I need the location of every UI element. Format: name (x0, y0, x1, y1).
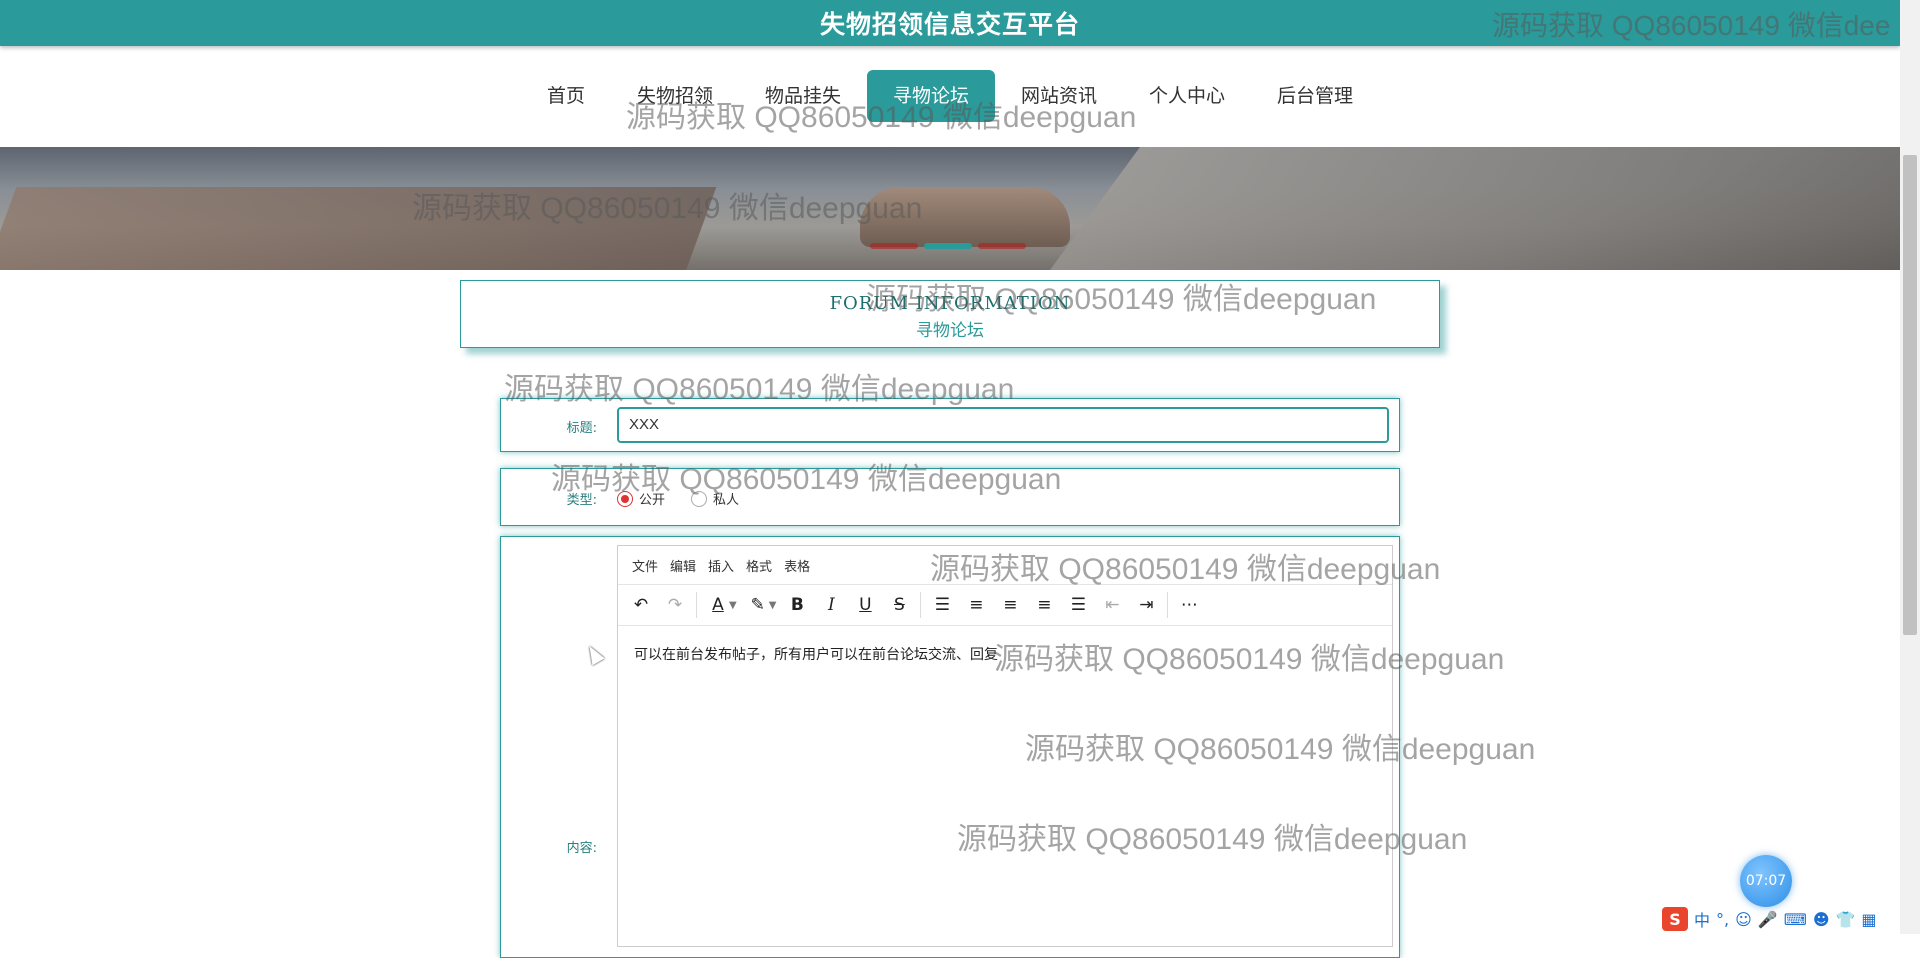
align-justify-icon[interactable]: ☰ (1061, 590, 1095, 620)
nav-item-report-lost[interactable]: 物品挂失 (739, 70, 867, 122)
site-title: 失物招领信息交互平台 (819, 10, 1080, 39)
hero-banner-image (0, 147, 1900, 270)
content-row: 内容: 文件 编辑 插入 格式 表格 ↶ ↷ A ▼ ✎ ▼ B I U S ☰… (500, 536, 1400, 958)
radio-private[interactable] (691, 490, 708, 507)
sogou-logo-icon[interactable]: S (1662, 907, 1688, 931)
nav-admin[interactable]: 后台管理 (1251, 70, 1379, 122)
editor-toolbar: ↶ ↷ A ▼ ✎ ▼ B I U S ☰ ≡ ≡ ≡ ☰ ⇤ ⇥ ⋯ (618, 585, 1392, 626)
grid-menu-icon[interactable]: ▦ (1861, 910, 1876, 929)
user-icon[interactable]: ☻ (1813, 910, 1830, 929)
radio-public[interactable] (617, 490, 633, 507)
redo-icon[interactable]: ↷ (658, 590, 692, 620)
punctuation-icon[interactable]: °, (1716, 910, 1729, 929)
type-label: 类型: (566, 493, 597, 508)
microphone-icon[interactable]: 🎤 (1758, 910, 1778, 929)
carousel-dot[interactable] (870, 243, 918, 249)
menu-insert[interactable]: 插入 (702, 556, 740, 575)
type-radio-group: 公开 私人 (617, 489, 765, 508)
type-row: 类型: 公开 私人 (500, 468, 1400, 526)
align-center-icon[interactable]: ≡ (993, 590, 1027, 620)
nav-home[interactable]: 首页 (521, 70, 611, 122)
emoji-icon[interactable]: ☺ (1735, 910, 1752, 929)
title-label: 标题: (566, 421, 597, 436)
content-label: 内容: (566, 841, 597, 856)
title-input[interactable]: XXX (617, 407, 1389, 443)
clock-widget[interactable]: 07:07 (1740, 855, 1792, 907)
radio-private-label[interactable]: 私人 (713, 489, 739, 508)
skin-icon[interactable]: 👕 (1836, 910, 1856, 929)
menu-file[interactable]: 文件 (626, 556, 664, 575)
more-icon[interactable]: ⋯ (1172, 590, 1206, 620)
scrollbar-thumb[interactable] (1903, 155, 1917, 635)
nav-news[interactable]: 网站资讯 (995, 70, 1123, 122)
carousel-indicators[interactable] (870, 243, 1026, 249)
carousel-dot[interactable] (978, 243, 1026, 249)
nav-forum[interactable]: 寻物论坛 (866, 69, 995, 122)
rich-text-editor[interactable]: 文件 编辑 插入 格式 表格 ↶ ↷ A ▼ ✎ ▼ B I U S ☰ ≡ ≡… (617, 545, 1393, 947)
underline-icon[interactable]: U (848, 590, 882, 620)
section-header: FORUM INFORMATION 寻物论坛 (460, 280, 1440, 348)
italic-icon[interactable]: I (814, 590, 848, 620)
nav-lost-found[interactable]: 失物招领 (611, 70, 739, 122)
ime-toolbar: S 中 °, ☺ 🎤 ⌨ ☻ 👕 ▦ (1662, 906, 1877, 932)
title-row: 标题: XXX (500, 398, 1400, 452)
main-nav: 首页 失物招领 物品挂失 寻物论坛 网站资讯 个人中心 后台管理 (0, 46, 1900, 146)
chevron-down-icon[interactable]: ▼ (769, 600, 777, 611)
editor-content[interactable]: 可以在前台发布帖子，所有用户可以在前台论坛交流、回复 (618, 626, 1392, 682)
align-left-icon[interactable]: ≡ (959, 590, 993, 620)
editor-menubar: 文件 编辑 插入 格式 表格 (618, 546, 1392, 585)
section-title-en: FORUM INFORMATION (829, 293, 1071, 314)
strikethrough-icon[interactable]: S (882, 590, 916, 620)
chevron-down-icon[interactable]: ▼ (729, 600, 737, 611)
outdent-icon[interactable]: ⇤ (1095, 590, 1129, 620)
carousel-dot-active[interactable] (924, 243, 972, 249)
list-icon[interactable]: ☰ (925, 590, 959, 620)
ime-lang[interactable]: 中 (1694, 907, 1710, 931)
section-title-cn: 寻物论坛 (916, 321, 984, 341)
nav-personal-center[interactable]: 个人中心 (1123, 70, 1251, 122)
menu-edit[interactable]: 编辑 (664, 556, 702, 575)
menu-format[interactable]: 格式 (740, 556, 778, 575)
keyboard-icon[interactable]: ⌨ (1784, 910, 1807, 929)
page-scrollbar[interactable] (1900, 0, 1920, 934)
radio-public-label[interactable]: 公开 (639, 489, 665, 508)
top-banner: 失物招领信息交互平台 (0, 0, 1900, 46)
undo-icon[interactable]: ↶ (624, 590, 658, 620)
indent-icon[interactable]: ⇥ (1129, 590, 1163, 620)
menu-table[interactable]: 表格 (778, 556, 816, 575)
bold-icon[interactable]: B (780, 590, 814, 620)
align-right-icon[interactable]: ≡ (1027, 590, 1061, 620)
